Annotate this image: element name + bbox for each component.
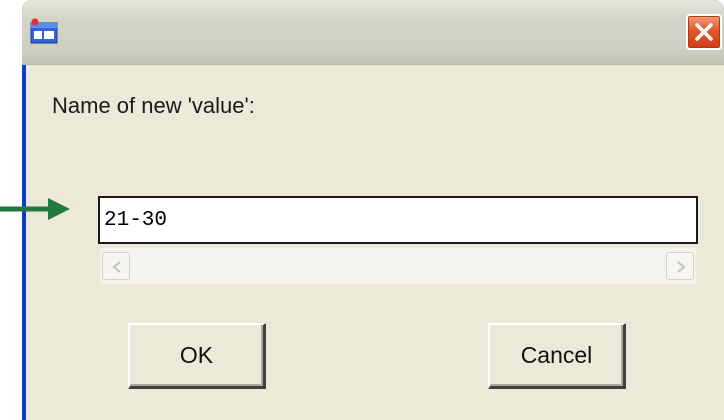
chevron-right-icon [677, 261, 686, 273]
scroll-left-button[interactable] [102, 252, 130, 280]
cancel-button[interactable]: Cancel [488, 323, 626, 389]
close-button[interactable] [686, 14, 722, 50]
arrow-right-icon [0, 198, 70, 220]
horizontal-scrollbar[interactable] [100, 248, 696, 284]
prompt-label: Name of new 'value': [52, 93, 255, 118]
chevron-left-icon [112, 261, 121, 273]
dialog-body: Name of new 'value': OK Cancel [26, 65, 724, 420]
title-bar[interactable] [22, 0, 724, 65]
application-window-icon [30, 18, 58, 46]
close-icon [695, 23, 713, 41]
value-name-input[interactable] [98, 196, 698, 244]
dialog-window: Name of new 'value': OK Cancel [22, 0, 724, 420]
scroll-right-button[interactable] [666, 252, 694, 280]
ok-button[interactable]: OK [128, 323, 266, 389]
